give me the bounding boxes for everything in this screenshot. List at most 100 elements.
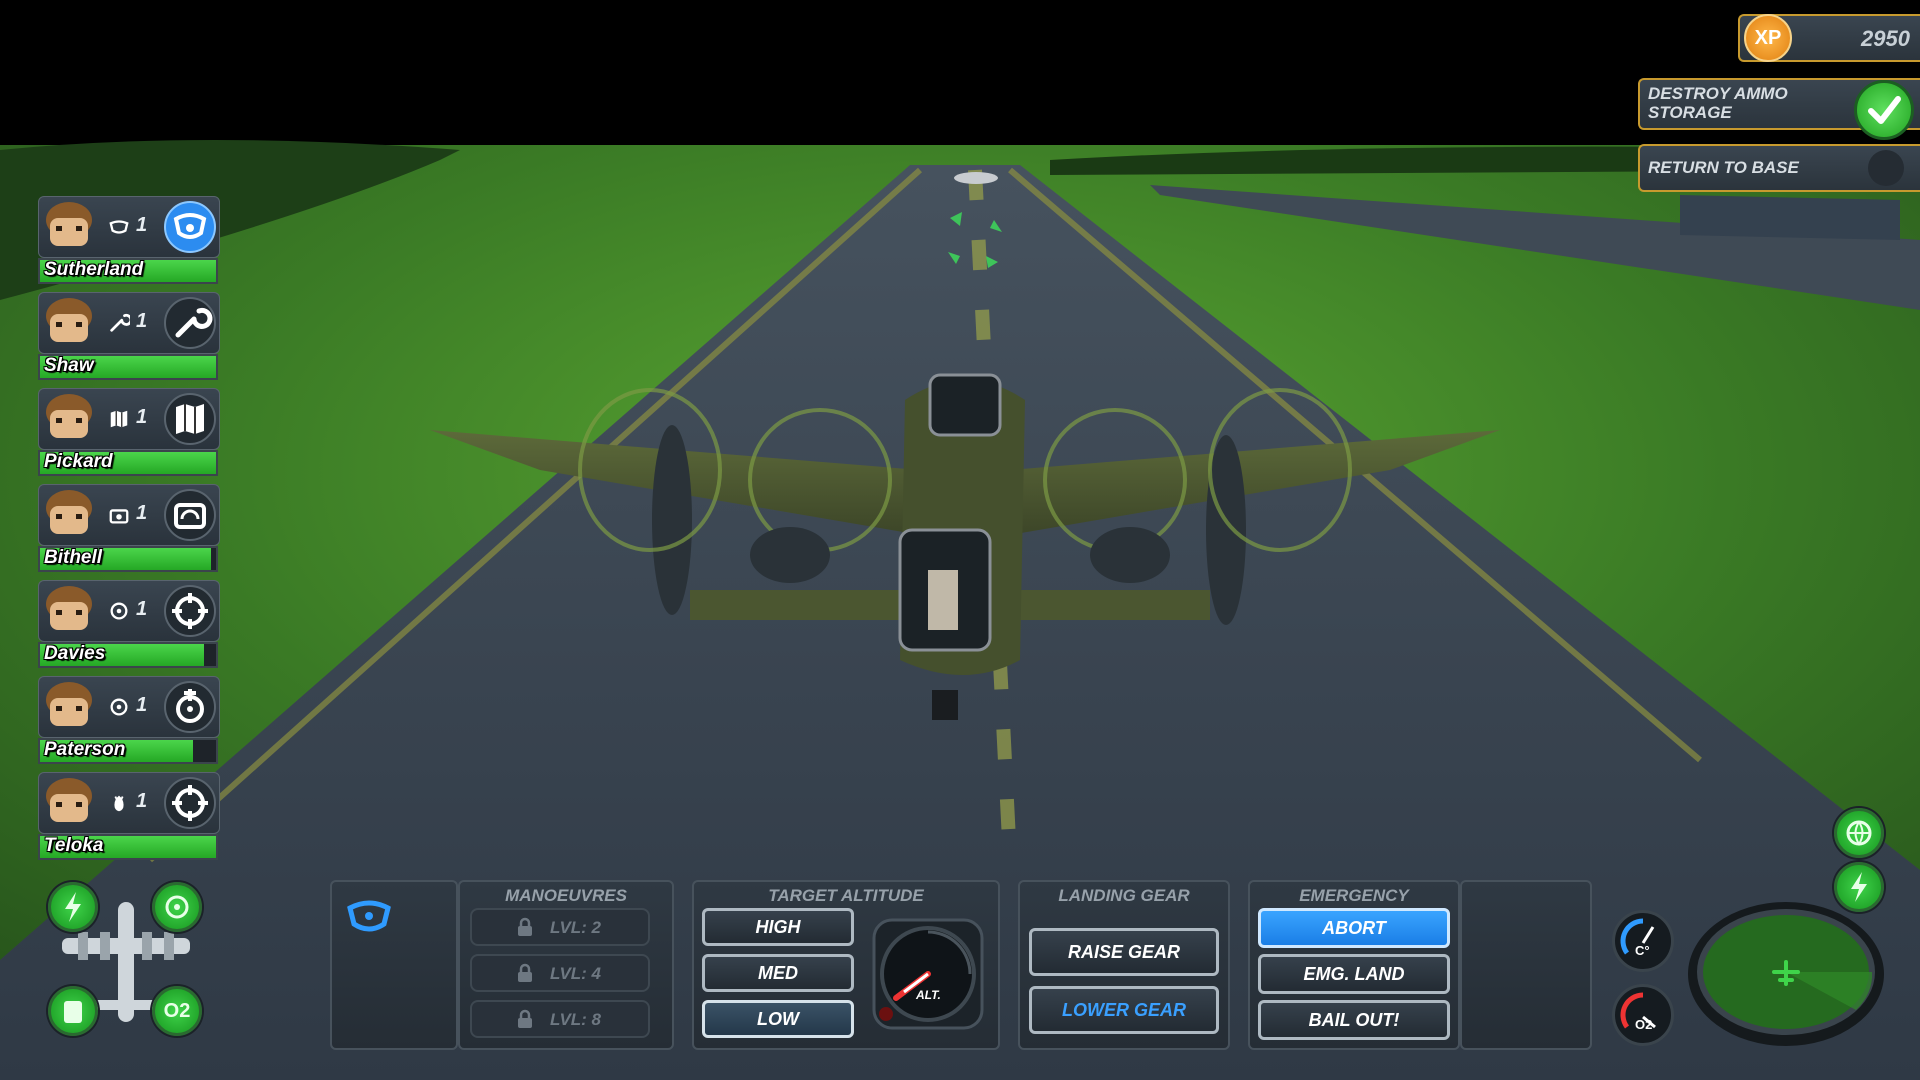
electrical-status-icon[interactable]	[48, 882, 98, 932]
crew-card-shaw[interactable]: 1 Shaw	[38, 292, 220, 380]
crew-avatar	[46, 394, 92, 438]
manoeuvre-slot-locked: LVL: 4	[470, 954, 650, 992]
crew-card-paterson[interactable]: 1 Paterson	[38, 676, 220, 764]
altimeter-gauge: ALT.	[872, 918, 984, 1030]
crew-card-bithell[interactable]: 1 Bithell	[38, 484, 220, 572]
emergency-land-button[interactable]: EMG. LAND	[1258, 954, 1450, 994]
lock-icon	[518, 917, 532, 936]
role-button[interactable]	[164, 681, 216, 733]
map-icon	[110, 410, 128, 428]
crew-level: 1	[136, 598, 148, 620]
crew-card-sutherland[interactable]: 1 Sutherland	[38, 196, 220, 284]
manoeuvre-slot-locked: LVL: 2	[470, 908, 650, 946]
crew-name: Paterson	[44, 739, 126, 760]
altitude-med-button[interactable]: MED	[702, 954, 854, 992]
plane-status-widget: O2	[48, 882, 204, 1036]
role-button[interactable]	[164, 489, 216, 541]
bomb-icon	[114, 795, 124, 812]
crew-card-davies[interactable]: 1 Davies	[38, 580, 220, 668]
crew-level: 1	[136, 406, 148, 428]
xp-value: 2950	[1861, 26, 1910, 51]
altitude-low-button[interactable]: LOW	[702, 1000, 854, 1038]
panel-title: TARGET ALTITUDE	[768, 886, 924, 905]
lower-gear-button[interactable]: LOWER GEAR	[1029, 986, 1219, 1034]
objective-line1: DESTROY AMMO	[1648, 84, 1788, 103]
crew-name: Sutherland	[44, 259, 144, 280]
steering-wheel-icon	[173, 213, 207, 239]
target-altitude-panel: TARGET ALTITUDE HIGH MED LOW ALT.	[692, 880, 1000, 1050]
crosshair-icon	[172, 785, 208, 821]
crew-name: Pickard	[44, 451, 113, 472]
radio-icon	[109, 509, 129, 524]
crew-level: 1	[136, 310, 148, 332]
abort-button[interactable]: ABORT	[1258, 908, 1450, 948]
map-icon	[176, 404, 204, 434]
xp-badge-icon: XP	[1744, 14, 1792, 62]
temperature-label: C°	[1635, 943, 1650, 958]
raise-gear-button[interactable]: RAISE GEAR	[1029, 928, 1219, 976]
crew-name: Shaw	[44, 355, 94, 376]
crew-card-pickard[interactable]: 1 Pickard	[38, 388, 220, 476]
steering-wheel-icon	[109, 220, 129, 234]
radar-minimap	[1686, 900, 1886, 1048]
crew-avatar	[46, 778, 92, 822]
empty-panel-slot	[1460, 880, 1592, 1050]
crew-avatar	[46, 490, 92, 534]
bail-out-button[interactable]: BAIL OUT!	[1258, 1000, 1450, 1040]
objective-return-to-base: RETURN TO BASE	[1638, 144, 1920, 192]
crew-name: Davies	[44, 643, 106, 664]
xp-display: XP 2950	[1738, 14, 1920, 62]
wrench-icon	[110, 313, 130, 332]
crew-name: Teloka	[44, 835, 104, 856]
temperature-gauge: C°	[1612, 910, 1674, 972]
role-button[interactable]	[164, 585, 216, 637]
manoeuvre-slot-locked: LVL: 8	[470, 1000, 650, 1038]
landing-gear-panel: LANDING GEAR RAISE GEAR LOWER GEAR	[1018, 880, 1230, 1050]
oxygen-status-icon[interactable]: O2	[152, 986, 202, 1036]
role-button[interactable]	[164, 777, 216, 829]
crew-avatar	[46, 586, 92, 630]
checkmark-icon	[1854, 80, 1914, 140]
pilot-panel	[330, 880, 458, 1050]
steering-wheel-icon	[347, 900, 391, 932]
panel-title: MANOEUVRES	[505, 886, 627, 905]
crew-avatar	[46, 298, 92, 342]
fuel-status-icon[interactable]	[48, 986, 98, 1036]
engine-status-icon[interactable]	[152, 882, 202, 932]
hangar	[1680, 195, 1900, 240]
lock-icon	[518, 1009, 532, 1028]
objective-destroy-ammo: DESTROY AMMO STORAGE	[1638, 78, 1920, 140]
oxygen-gauge: O2	[1612, 984, 1674, 1046]
crew-level: 1	[136, 502, 148, 524]
wrench-icon	[175, 307, 213, 338]
altitude-high-button[interactable]: HIGH	[702, 908, 854, 946]
manoeuvres-panel: MANOEUVRES LVL: 2 LVL: 4 LVL: 8	[458, 880, 674, 1050]
crosshair-icon	[172, 593, 208, 629]
crew-level: 1	[136, 790, 148, 812]
crew-card-teloka[interactable]: 1 Teloka	[38, 772, 220, 860]
crew-name: Bithell	[44, 547, 103, 568]
turret-icon	[176, 689, 204, 723]
oxygen-label: O2	[1635, 1017, 1653, 1032]
distant-plane	[954, 172, 998, 184]
crew-avatar	[46, 682, 92, 726]
night-sky	[0, 0, 1920, 160]
altimeter-label: ALT.	[916, 988, 941, 1002]
crew-level: 1	[136, 694, 148, 716]
globe-map-icon[interactable]	[1834, 808, 1884, 858]
panel-title: EMERGENCY	[1299, 886, 1409, 905]
role-button[interactable]	[164, 297, 216, 349]
objective-line1: RETURN TO BASE	[1648, 158, 1799, 177]
crosshair-icon	[110, 698, 128, 716]
lock-icon	[518, 963, 532, 982]
crosshair-icon	[110, 602, 128, 620]
panel-title: LANDING GEAR	[1058, 886, 1190, 905]
role-button[interactable]	[164, 393, 216, 445]
radio-icon	[174, 503, 206, 529]
objective-line2: STORAGE	[1648, 103, 1732, 122]
crew-avatar	[46, 202, 92, 246]
role-button[interactable]	[164, 201, 216, 253]
pending-status-icon	[1868, 150, 1904, 186]
crew-level: 1	[136, 214, 148, 236]
emergency-panel: EMERGENCY ABORT EMG. LAND BAIL OUT!	[1248, 880, 1460, 1050]
